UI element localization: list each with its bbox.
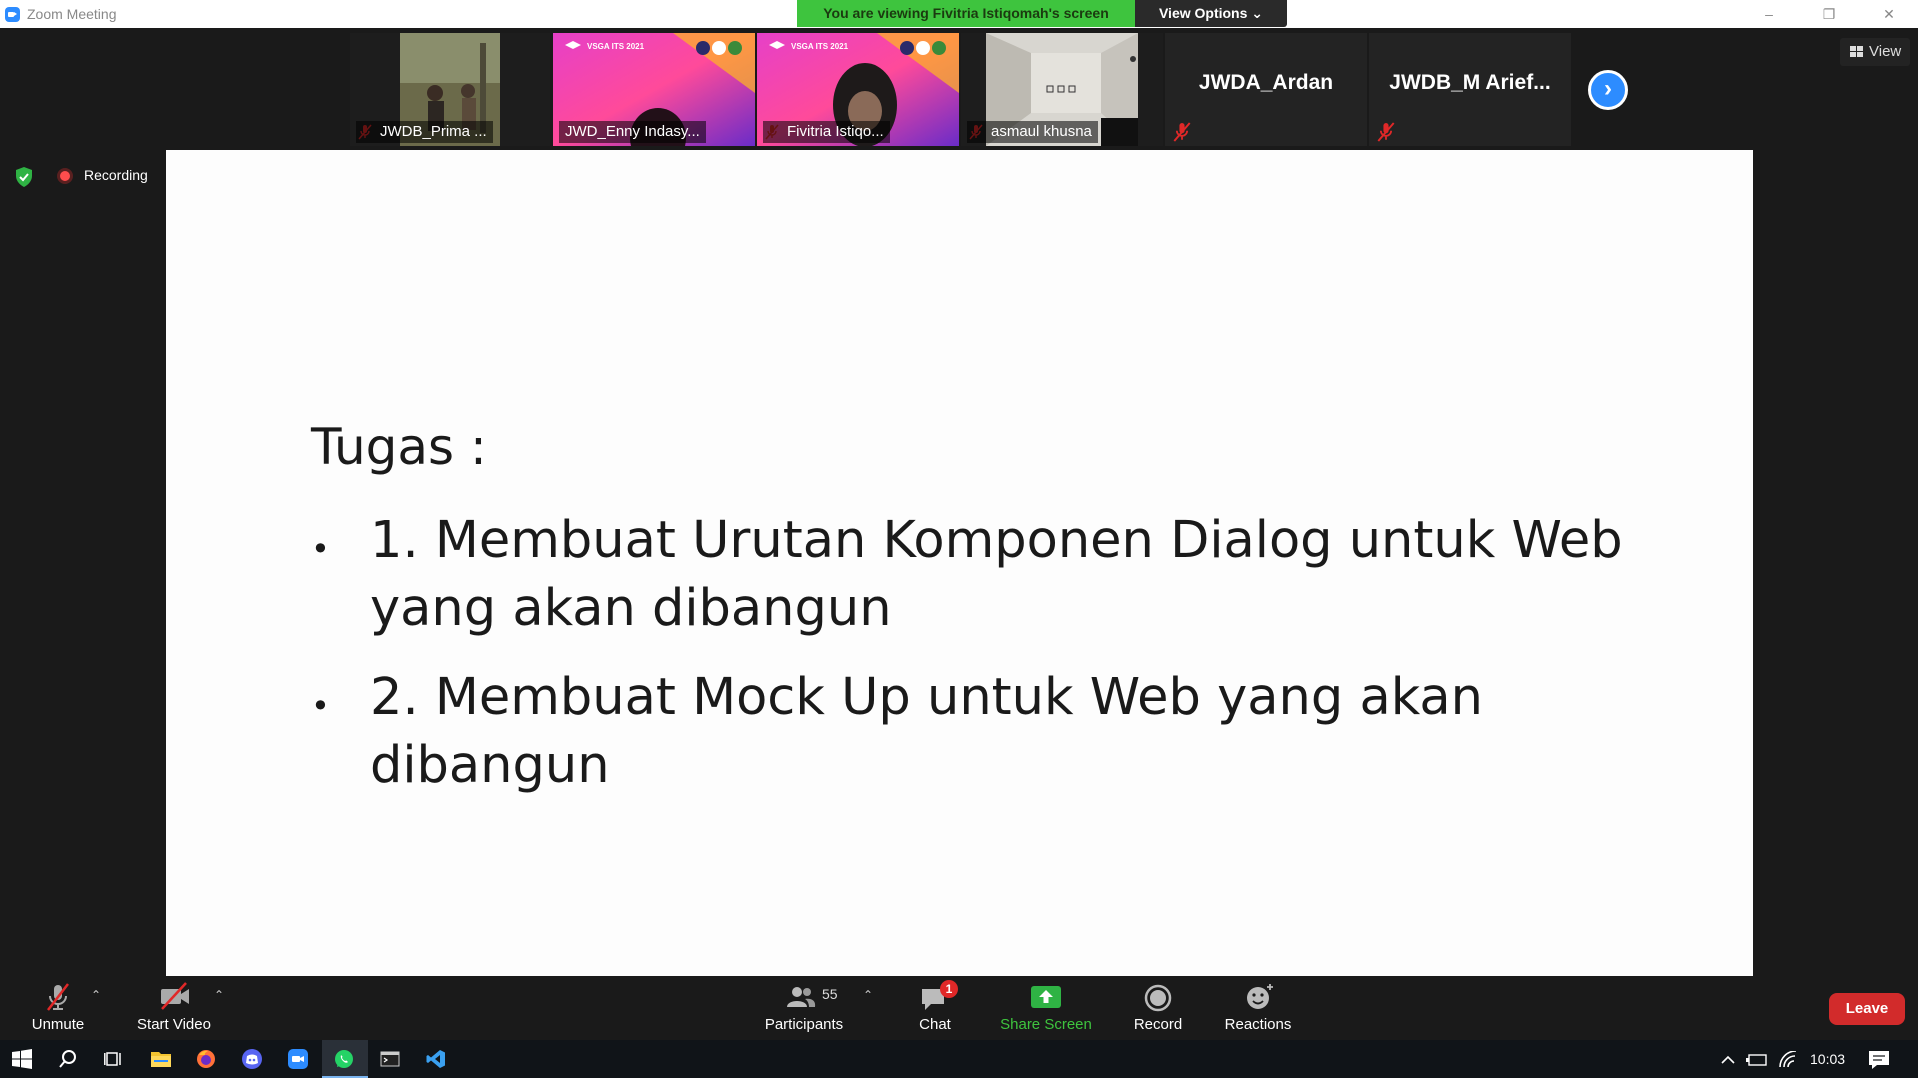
participant-tile[interactable]: JWDA_Ardan — [1165, 33, 1367, 146]
unmute-label: Unmute — [31, 1016, 85, 1033]
minimize-button[interactable]: – — [1740, 0, 1798, 28]
participant-name: JWDB_Prima ... — [356, 121, 493, 143]
windows-logo-icon — [12, 1049, 32, 1069]
record-icon — [1144, 984, 1172, 1012]
chat-button[interactable]: 1 Chat — [900, 976, 970, 1040]
reactions-label: Reactions — [1224, 1016, 1292, 1033]
participant-tile[interactable]: JWDB_Prima ... — [350, 33, 550, 146]
shared-screen: Tugas : • 1. Membuat Urutan Komponen Dia… — [166, 150, 1753, 976]
audio-options-caret[interactable]: ⌃ — [91, 988, 101, 1002]
zoom-app-icon — [5, 7, 20, 22]
whatsapp-icon — [335, 1050, 353, 1068]
chat-unread-badge: 1 — [940, 980, 958, 998]
record-button[interactable]: Record — [1120, 976, 1196, 1040]
firefox-taskbar-item[interactable] — [184, 1040, 230, 1078]
participant-tile[interactable]: VSGA ITS 2021 JWD_Enny Indasy... — [553, 33, 755, 146]
participant-tile[interactable]: asmaul khusna — [961, 33, 1163, 146]
security-shield-icon[interactable] — [14, 166, 34, 188]
next-page-button[interactable]: › — [1588, 70, 1628, 110]
participant-tile[interactable]: VSGA ITS 2021 Fivitria Istiqo... — [757, 33, 959, 146]
reactions-icon — [1247, 984, 1273, 1009]
leave-meeting-button[interactable]: Leave — [1829, 993, 1905, 1025]
grid-icon — [1850, 46, 1863, 57]
recording-label[interactable]: Recording — [84, 167, 148, 183]
zoom-taskbar-item[interactable] — [276, 1040, 322, 1078]
participant-name: JWD_Enny Indasy... — [559, 121, 706, 143]
vsga-label: VSGA ITS 2021 — [587, 42, 645, 51]
task-view-button[interactable] — [92, 1040, 138, 1078]
bullet-line: 1. Membuat Urutan Komponen Dialog untuk … — [370, 511, 1623, 570]
title-bar: Zoom Meeting You are viewing Fivitria Is… — [0, 0, 1918, 28]
start-video-button[interactable]: Start Video — [128, 976, 220, 1040]
folder-icon — [151, 1052, 171, 1067]
vscode-icon — [426, 1050, 445, 1068]
restore-button[interactable]: ❐ — [1800, 0, 1858, 28]
window-title: Zoom Meeting — [27, 6, 117, 22]
share-screen-button[interactable]: Share Screen — [995, 976, 1097, 1040]
taskbar-clock[interactable]: 10:03 — [1810, 1051, 1845, 1067]
muted-mic-icon — [1173, 122, 1191, 142]
muted-mic-icon — [1377, 122, 1395, 142]
chat-label: Chat — [919, 1016, 951, 1033]
battery-icon[interactable] — [1746, 1053, 1768, 1067]
view-button-label: View — [1869, 43, 1902, 60]
participant-name: asmaul khusna — [967, 121, 1098, 143]
whatsapp-taskbar-item[interactable] — [322, 1040, 368, 1078]
vscode-taskbar-item[interactable] — [414, 1040, 460, 1078]
participants-count: 55 — [822, 986, 838, 1002]
participant-name: JWDB_M Arief... — [1389, 71, 1551, 94]
search-icon — [59, 1050, 76, 1068]
muted-mic-icon — [47, 983, 69, 1011]
close-button[interactable]: ✕ — [1860, 0, 1918, 28]
terminal-taskbar-item[interactable] — [368, 1040, 414, 1078]
file-explorer-taskbar-item[interactable] — [138, 1040, 184, 1078]
participant-tile[interactable]: JWDB_M Arief... — [1369, 33, 1571, 146]
view-layout-button[interactable]: View — [1840, 38, 1910, 66]
participants-icon — [787, 987, 816, 1007]
firefox-icon — [197, 1050, 215, 1068]
bullet-line: 2. Membuat Mock Up untuk Web yang akan — [370, 668, 1483, 727]
participants-options-caret[interactable]: ⌃ — [863, 988, 873, 1002]
participant-name: Fivitria Istiqo... — [763, 121, 890, 143]
discord-taskbar-item[interactable] — [230, 1040, 276, 1078]
share-screen-icon — [1031, 986, 1061, 1008]
recording-icon — [57, 168, 73, 184]
terminal-icon — [380, 1051, 400, 1067]
view-options-button[interactable]: View Options ⌄ — [1135, 0, 1287, 27]
viewing-screen-banner: You are viewing Fivitria Istiqomah's scr… — [797, 0, 1135, 27]
unmute-button[interactable]: Unmute — [18, 976, 98, 1040]
start-button[interactable] — [0, 1040, 46, 1078]
show-hidden-icons-chevron-icon[interactable] — [1720, 1054, 1736, 1066]
wifi-icon[interactable] — [1778, 1051, 1798, 1069]
search-button[interactable] — [46, 1040, 92, 1078]
video-off-icon — [161, 982, 189, 1010]
slide-title: Tugas : — [311, 418, 487, 476]
vsga-label: VSGA ITS 2021 — [791, 42, 849, 51]
notifications-icon[interactable] — [1868, 1050, 1890, 1070]
reactions-button[interactable]: Reactions — [1214, 976, 1302, 1040]
meeting-toolbar: Unmute ⌃ Start Video ⌃ 55 Participants ⌃… — [0, 976, 1918, 1040]
participants-button[interactable]: 55 Participants — [752, 976, 856, 1040]
zoom-icon — [288, 1049, 308, 1069]
participant-filmstrip — [0, 28, 1918, 148]
video-options-caret[interactable]: ⌃ — [214, 988, 224, 1002]
share-screen-label: Share Screen — [1000, 1016, 1092, 1033]
participants-label: Participants — [764, 1016, 844, 1033]
bullet-line: dibangun — [370, 736, 610, 795]
record-label: Record — [1133, 1016, 1183, 1033]
participant-name: JWDA_Ardan — [1198, 71, 1334, 94]
task-view-icon — [104, 1052, 121, 1066]
start-video-label: Start Video — [137, 1016, 211, 1033]
discord-icon — [242, 1049, 262, 1069]
windows-taskbar: 10:03 — [0, 1040, 1918, 1078]
bullet-line: yang akan dibangun — [370, 579, 892, 638]
